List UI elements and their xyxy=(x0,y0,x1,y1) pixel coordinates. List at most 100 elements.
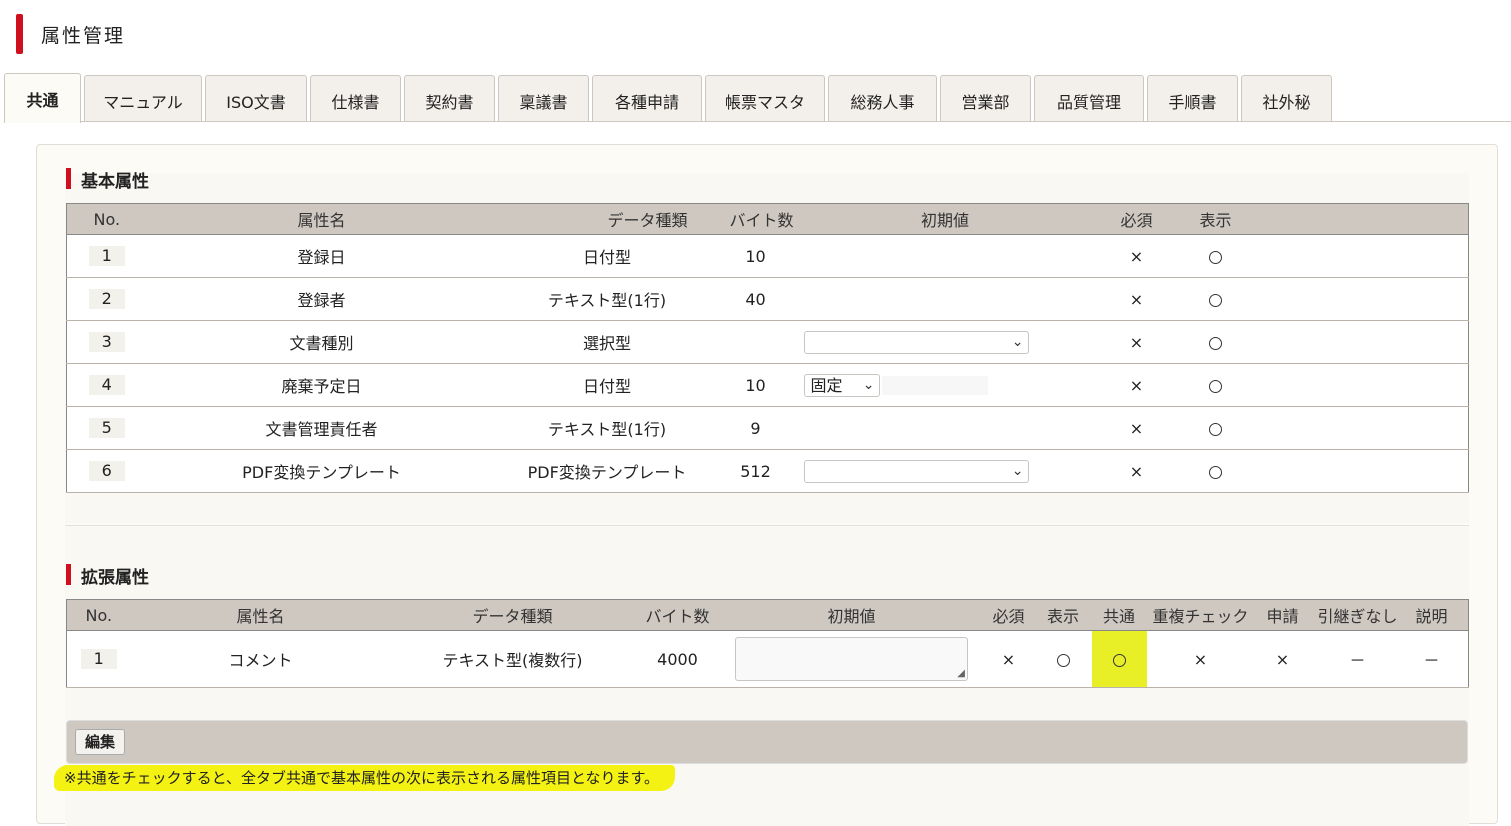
row-number: 5 xyxy=(88,418,125,438)
no-inherit-mark: － xyxy=(1310,630,1405,688)
doc-type-select[interactable]: ⌄ xyxy=(803,330,1029,354)
col-type: データ種類 xyxy=(390,599,635,631)
attr-bytes xyxy=(717,320,794,364)
col-display: 表示 xyxy=(1034,599,1092,631)
duplicate-check-mark: × xyxy=(1146,630,1255,688)
row-number: 2 xyxy=(88,289,125,309)
attr-type: テキスト型(複数行) xyxy=(390,630,635,688)
tab-common[interactable]: 共通 xyxy=(4,73,81,123)
table-row: 1 コメント テキスト型(複数行) 4000 ◢ × × × － － xyxy=(66,630,1469,688)
display-circle-icon xyxy=(1209,465,1222,479)
table-row: 5 文書管理責任者 テキスト型(1行) 9 × xyxy=(66,406,1469,450)
table-row: 1 登録日 日付型 10 × xyxy=(66,234,1469,278)
col-bytes: バイト数 xyxy=(717,203,794,235)
col-common: 共通 xyxy=(1091,599,1147,631)
display-circle-icon xyxy=(1056,653,1070,667)
attr-name: PDF変換テンプレート xyxy=(146,449,497,493)
attr-type: 日付型 xyxy=(496,234,718,278)
col-name: 属性名 xyxy=(130,599,391,631)
attr-type: 選択型 xyxy=(496,320,718,364)
tab-applications[interactable]: 各種申請 xyxy=(592,75,702,121)
display-circle-icon xyxy=(1209,250,1222,264)
col-no-inherit: 引継ぎなし xyxy=(1310,599,1405,631)
chevron-down-icon: ⌄ xyxy=(1011,333,1024,350)
tab-general-affairs[interactable]: 総務人事 xyxy=(828,75,937,121)
display-circle-cell xyxy=(1034,630,1092,688)
display-circle-cell xyxy=(1176,320,1255,364)
display-circle-cell xyxy=(1176,277,1255,321)
common-circle-icon xyxy=(1112,653,1126,667)
page-title: 属性管理 xyxy=(41,25,126,47)
display-circle-icon xyxy=(1209,422,1222,436)
required-mark: × xyxy=(1096,277,1177,321)
tab-spec[interactable]: 仕様書 xyxy=(310,75,401,121)
col-no: No. xyxy=(66,599,131,631)
required-mark: × xyxy=(1096,449,1177,493)
required-mark: × xyxy=(1096,320,1177,364)
col-display: 表示 xyxy=(1176,203,1255,235)
common-circle-cell xyxy=(1091,630,1147,688)
tab-contract[interactable]: 契約書 xyxy=(404,75,495,121)
attr-default xyxy=(793,406,1097,450)
apply-mark: × xyxy=(1254,630,1311,688)
col-apply: 申請 xyxy=(1254,599,1311,631)
extended-section-label: 拡張属性 xyxy=(81,568,149,588)
attr-bytes: 4000 xyxy=(634,630,721,688)
section-accent-bar xyxy=(66,564,71,585)
select-value: 固定 xyxy=(810,375,843,395)
description-mark: － xyxy=(1404,630,1459,688)
tab-procedure[interactable]: 手順書 xyxy=(1147,75,1238,121)
row-number: 4 xyxy=(88,375,125,395)
col-required: 必須 xyxy=(1096,203,1177,235)
attr-type: 日付型 xyxy=(496,363,718,407)
note-text: ※共通をチェックすると、全タブ共通で基本属性の次に表示される属性項目となります。 xyxy=(54,765,676,791)
required-mark: × xyxy=(1096,406,1177,450)
display-circle-icon xyxy=(1209,293,1222,307)
attr-name: 文書種別 xyxy=(146,320,497,364)
display-circle-cell xyxy=(1176,406,1255,450)
extended-header-row: No. 属性名 データ種類 バイト数 初期値 必須 表示 共通 重複チェック 申… xyxy=(66,599,1469,631)
basic-attributes-table: No. 属性名 データ種類 バイト数 初期値 必須 表示 1 登録日 日付型 1… xyxy=(66,203,1469,493)
tab-sales[interactable]: 営業部 xyxy=(940,75,1031,121)
col-description: 説明 xyxy=(1404,599,1459,631)
disposal-date-input[interactable] xyxy=(881,375,988,395)
resize-grip-icon[interactable]: ◢ xyxy=(957,669,965,679)
table-row: 6 PDF変換テンプレート PDF変換テンプレート 512 ⌄ × xyxy=(66,449,1469,493)
required-mark: × xyxy=(982,630,1035,688)
basic-section-title: 基本属性 xyxy=(66,167,149,192)
attr-default xyxy=(793,234,1097,278)
tab-quality[interactable]: 品質管理 xyxy=(1034,75,1144,121)
table-row: 4 廃棄予定日 日付型 10 固定 ⌄ × xyxy=(66,363,1469,407)
attr-default: ⌄ xyxy=(793,449,1097,493)
tab-form-master[interactable]: 帳票マスタ xyxy=(705,75,825,121)
edit-button[interactable]: 編集 xyxy=(75,729,125,755)
tab-approval[interactable]: 稟議書 xyxy=(498,75,589,121)
display-circle-cell xyxy=(1176,234,1255,278)
section-accent-bar xyxy=(66,168,71,189)
col-bytes: バイト数 xyxy=(634,599,721,631)
col-required: 必須 xyxy=(982,599,1035,631)
chevron-down-icon: ⌄ xyxy=(862,376,875,393)
chevron-down-icon: ⌄ xyxy=(1011,462,1024,479)
tab-confidential[interactable]: 社外秘 xyxy=(1241,75,1332,121)
default-value-textarea[interactable]: ◢ xyxy=(735,637,968,681)
attr-name: 登録日 xyxy=(146,234,497,278)
attr-bytes: 10 xyxy=(717,234,794,278)
attr-name: 文書管理責任者 xyxy=(146,406,497,450)
tab-iso[interactable]: ISO文書 xyxy=(205,75,307,121)
pdf-template-select[interactable]: ⌄ xyxy=(803,459,1029,483)
col-type: データ種類 xyxy=(496,203,718,235)
row-number: 6 xyxy=(88,461,125,481)
disposal-mode-select[interactable]: 固定 ⌄ xyxy=(803,373,880,397)
col-default: 初期値 xyxy=(793,203,1097,235)
attr-name: 登録者 xyxy=(146,277,497,321)
display-circle-icon xyxy=(1209,379,1222,393)
display-circle-cell xyxy=(1176,449,1255,493)
extended-section-title: 拡張属性 xyxy=(66,563,149,588)
row-number: 3 xyxy=(88,332,125,352)
attr-type: テキスト型(1行) xyxy=(496,277,718,321)
table-row: 3 文書種別 選択型 ⌄ × xyxy=(66,320,1469,364)
tab-manual[interactable]: マニュアル xyxy=(84,75,202,121)
col-default: 初期値 xyxy=(720,599,983,631)
attr-bytes: 40 xyxy=(717,277,794,321)
